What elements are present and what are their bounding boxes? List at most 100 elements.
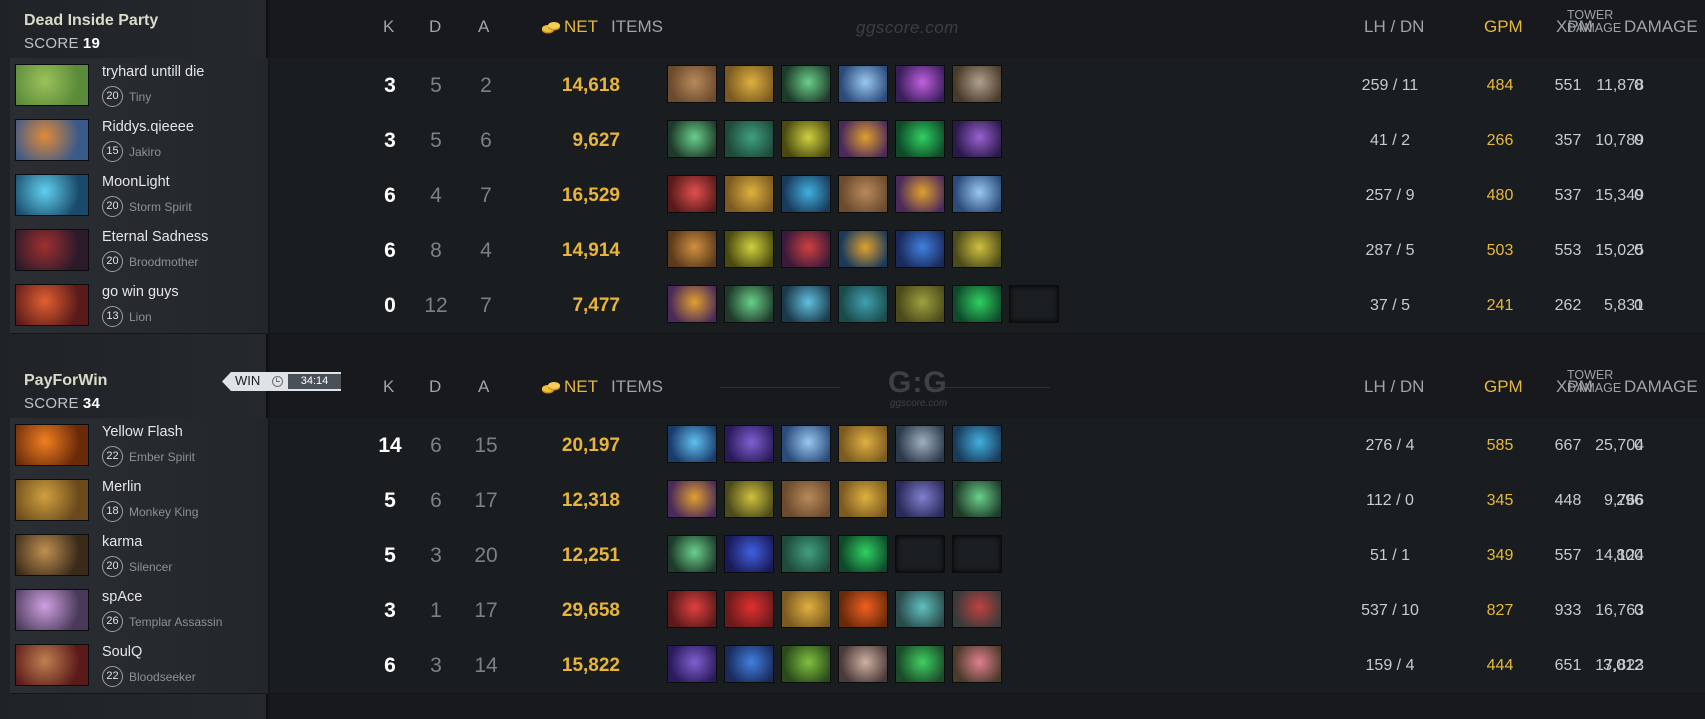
player-name[interactable]: Yellow Flash	[102, 424, 183, 440]
header-assists[interactable]: A	[478, 17, 489, 37]
item-slot[interactable]	[781, 120, 831, 158]
player-card[interactable]: Riddys.qieeee 15 Jakiro	[10, 113, 268, 169]
item-slot[interactable]	[667, 175, 717, 213]
item-slot[interactable]	[952, 425, 1002, 463]
item-slot[interactable]	[895, 285, 945, 323]
item-slot[interactable]	[724, 285, 774, 323]
item-slot[interactable]	[781, 645, 831, 683]
header-gpm[interactable]: GPM	[1484, 17, 1523, 37]
item-slot[interactable]	[838, 285, 888, 323]
item-slot[interactable]	[838, 480, 888, 518]
team-name[interactable]: PayForWin	[24, 372, 107, 390]
team-name[interactable]: Dead Inside Party	[24, 12, 158, 30]
item-slot[interactable]	[667, 65, 717, 103]
item-slot[interactable]	[952, 590, 1002, 628]
item-slot[interactable]	[724, 535, 774, 573]
item-slot[interactable]	[838, 590, 888, 628]
header-net-worth[interactable]: NET	[564, 377, 598, 397]
hero-portrait[interactable]	[15, 424, 89, 466]
player-name[interactable]: tryhard untill die	[102, 64, 204, 80]
item-slot[interactable]	[838, 120, 888, 158]
item-slot[interactable]	[781, 425, 831, 463]
item-slot[interactable]	[895, 480, 945, 518]
item-slot[interactable]	[781, 285, 831, 323]
header-kills[interactable]: K	[383, 377, 394, 397]
item-slot[interactable]	[895, 120, 945, 158]
header-items[interactable]: ITEMS	[611, 377, 663, 397]
item-slot[interactable]	[952, 120, 1002, 158]
header-lh-dn[interactable]: LH / DN	[1364, 17, 1424, 37]
item-slot[interactable]	[724, 590, 774, 628]
hero-portrait[interactable]	[15, 644, 89, 686]
item-slot[interactable]	[781, 480, 831, 518]
player-card[interactable]: SoulQ 22 Bloodseeker	[10, 638, 268, 694]
item-slot[interactable]	[667, 645, 717, 683]
player-name[interactable]: Riddys.qieeee	[102, 119, 194, 135]
item-slot[interactable]	[838, 230, 888, 268]
item-slot[interactable]	[952, 285, 1002, 323]
header-deaths[interactable]: D	[429, 17, 441, 37]
item-slot[interactable]	[895, 65, 945, 103]
item-slot[interactable]	[781, 590, 831, 628]
item-slot[interactable]	[952, 480, 1002, 518]
item-slot[interactable]	[781, 535, 831, 573]
player-card[interactable]: Merlin 18 Monkey King	[10, 473, 268, 529]
item-slot[interactable]	[724, 645, 774, 683]
header-damage[interactable]: DAMAGE	[1624, 17, 1698, 37]
header-items[interactable]: ITEMS	[611, 17, 663, 37]
hero-portrait[interactable]	[15, 284, 89, 326]
item-slot[interactable]	[952, 230, 1002, 268]
player-card[interactable]: spAce 26 Templar Assassin	[10, 583, 268, 639]
item-slot[interactable]	[724, 480, 774, 518]
player-name[interactable]: Merlin	[102, 479, 141, 495]
item-slot[interactable]	[895, 645, 945, 683]
item-slot[interactable]	[838, 65, 888, 103]
item-slot[interactable]	[895, 175, 945, 213]
item-slot[interactable]	[667, 285, 717, 323]
player-card[interactable]: go win guys 13 Lion	[10, 278, 268, 334]
item-slot[interactable]	[952, 65, 1002, 103]
item-slot[interactable]	[667, 480, 717, 518]
hero-portrait[interactable]	[15, 534, 89, 576]
item-slot[interactable]	[895, 425, 945, 463]
item-slot[interactable]	[838, 645, 888, 683]
item-slot[interactable]	[781, 65, 831, 103]
header-net-worth[interactable]: NET	[564, 17, 598, 37]
header-gpm[interactable]: GPM	[1484, 377, 1523, 397]
hero-portrait[interactable]	[15, 229, 89, 271]
player-card[interactable]: MoonLight 20 Storm Spirit	[10, 168, 268, 224]
item-slot[interactable]	[667, 535, 717, 573]
item-slot[interactable]	[667, 230, 717, 268]
hero-portrait[interactable]	[15, 479, 89, 521]
hero-portrait[interactable]	[15, 64, 89, 106]
item-slot[interactable]	[895, 230, 945, 268]
player-card[interactable]: Yellow Flash 22 Ember Spirit	[10, 418, 268, 474]
player-name[interactable]: spAce	[102, 589, 142, 605]
item-slot[interactable]	[781, 230, 831, 268]
item-slot[interactable]	[724, 120, 774, 158]
item-slot[interactable]	[724, 230, 774, 268]
hero-portrait[interactable]	[15, 589, 89, 631]
player-card[interactable]: tryhard untill die 20 Tiny	[10, 58, 268, 114]
player-name[interactable]: SoulQ	[102, 644, 142, 660]
item-slot[interactable]	[838, 535, 888, 573]
hero-portrait[interactable]	[15, 174, 89, 216]
item-slot[interactable]	[952, 645, 1002, 683]
player-name[interactable]: Eternal Sadness	[102, 229, 208, 245]
player-name[interactable]: go win guys	[102, 284, 179, 300]
item-slot[interactable]	[952, 175, 1002, 213]
item-slot[interactable]	[781, 175, 831, 213]
hero-portrait[interactable]	[15, 119, 89, 161]
item-slot[interactable]	[724, 425, 774, 463]
item-slot[interactable]	[895, 590, 945, 628]
item-slot[interactable]	[724, 65, 774, 103]
item-slot[interactable]	[838, 425, 888, 463]
player-name[interactable]: karma	[102, 534, 142, 550]
item-slot[interactable]	[667, 425, 717, 463]
header-deaths[interactable]: D	[429, 377, 441, 397]
player-name[interactable]: MoonLight	[102, 174, 170, 190]
item-slot[interactable]	[667, 120, 717, 158]
item-slot[interactable]	[667, 590, 717, 628]
header-lh-dn[interactable]: LH / DN	[1364, 377, 1424, 397]
item-slot[interactable]	[838, 175, 888, 213]
